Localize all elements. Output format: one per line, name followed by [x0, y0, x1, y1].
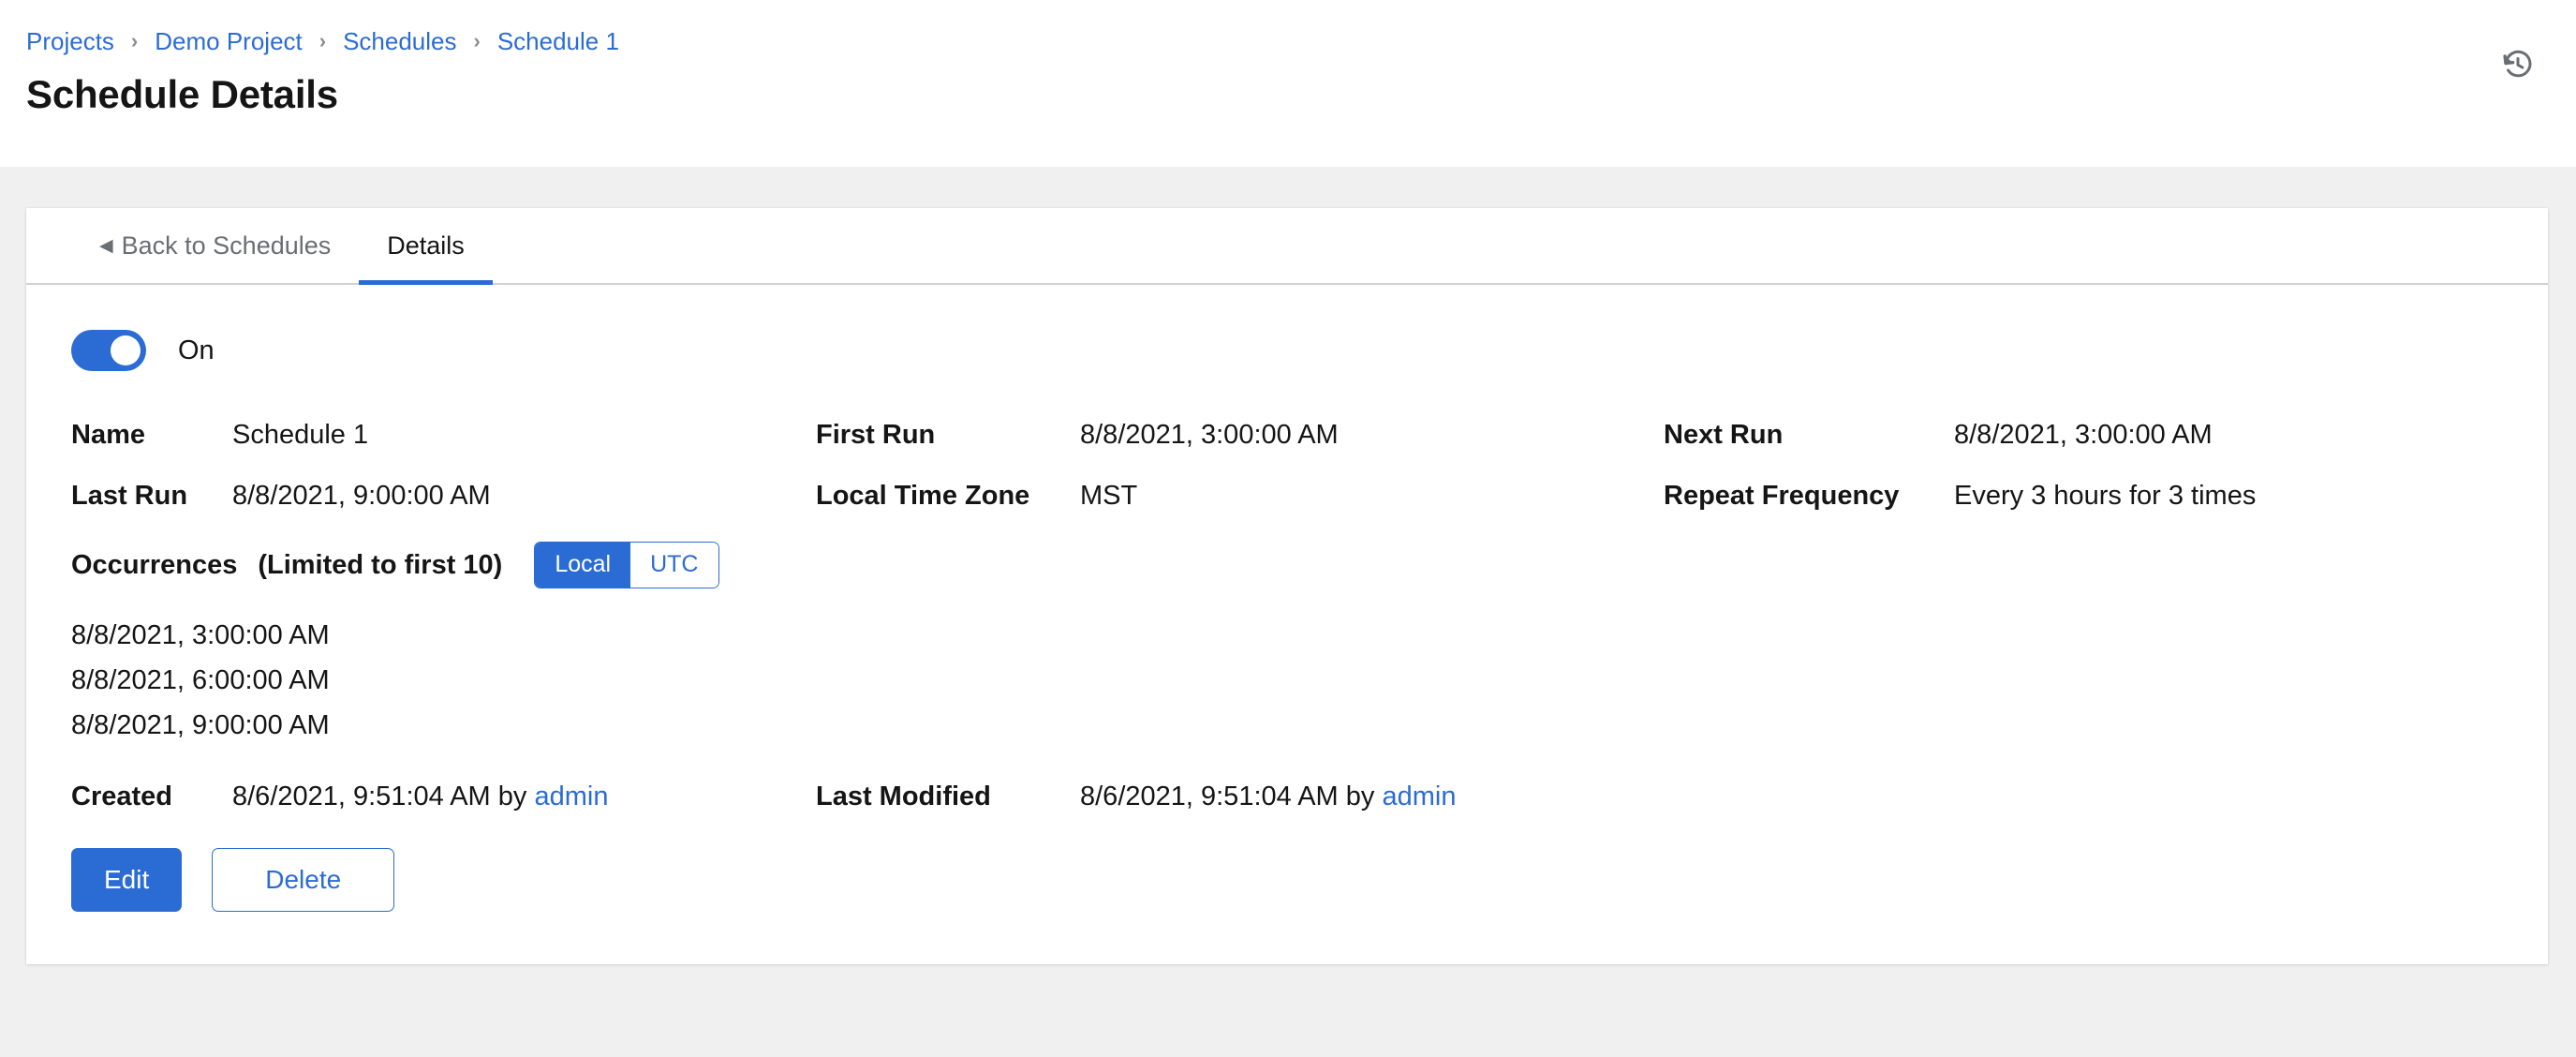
occurrences-header: Occurrences (Limited to first 10) Local …: [71, 542, 2503, 588]
field-last-modified-label: Last Modified: [816, 782, 1080, 812]
field-local-time-zone: Local Time Zone MST: [816, 481, 1664, 512]
details-grid: Name Schedule 1 First Run 8/8/2021, 3:00…: [26, 420, 2548, 912]
field-last-modified-user-link[interactable]: admin: [1382, 782, 1456, 811]
breadcrumb-item-projects[interactable]: Projects: [26, 27, 114, 55]
page-header: Projects › Demo Project › Schedules › Sc…: [0, 0, 2576, 167]
field-repeat-frequency: Repeat Frequency Every 3 hours for 3 tim…: [1664, 481, 2507, 512]
caret-left-icon: ◀: [99, 237, 113, 255]
toggle-state-label: On: [178, 335, 215, 366]
tab-back-to-schedules[interactable]: ◀ Back to Schedules: [71, 208, 359, 283]
page-title: Schedule Details: [26, 71, 2539, 118]
breadcrumb-separator-icon: ›: [131, 27, 138, 55]
edit-button[interactable]: Edit: [71, 848, 182, 912]
tab-details[interactable]: Details: [359, 208, 493, 283]
field-repeat-frequency-value: Every 3 hours for 3 times: [1954, 481, 2256, 512]
breadcrumb-separator-icon: ›: [474, 27, 481, 55]
field-created-label: Created: [71, 782, 232, 812]
enable-toggle-row: On: [26, 285, 2548, 371]
breadcrumb-item-schedules[interactable]: Schedules: [343, 27, 456, 55]
field-local-time-zone-value: MST: [1080, 481, 1137, 512]
timezone-segmented-control: Local UTC: [534, 542, 718, 588]
tab-back-to-schedules-label: Back to Schedules: [122, 231, 332, 261]
tab-bar: ◀ Back to Schedules Details: [26, 208, 2548, 285]
breadcrumb-separator-icon: ›: [319, 27, 326, 55]
field-first-run-value: 8/8/2021, 3:00:00 AM: [1080, 420, 1339, 451]
field-next-run-value: 8/8/2021, 3:00:00 AM: [1954, 420, 2213, 451]
field-name-label: Name: [71, 420, 232, 451]
history-icon: [2502, 49, 2534, 83]
field-next-run: Next Run 8/8/2021, 3:00:00 AM: [1664, 420, 2507, 451]
occurrences-limit-note: (Limited to first 10): [258, 550, 502, 581]
toggle-knob: [111, 335, 141, 365]
details-row-2: Last Run 8/8/2021, 9:00:00 AM Local Time…: [71, 481, 2503, 512]
breadcrumb-item-demo-project[interactable]: Demo Project: [155, 27, 303, 55]
tab-details-label: Details: [387, 231, 465, 261]
history-icon-button[interactable]: [2497, 45, 2539, 86]
field-first-run: First Run 8/8/2021, 3:00:00 AM: [816, 420, 1664, 451]
occurrences-label: Occurrences: [71, 550, 237, 581]
timezone-option-local[interactable]: Local: [535, 543, 630, 588]
field-last-run-value: 8/8/2021, 9:00:00 AM: [232, 481, 491, 512]
field-name: Name Schedule 1: [71, 420, 816, 451]
field-created-value: 8/6/2021, 9:51:04 AM by admin: [232, 782, 608, 812]
list-item: 8/8/2021, 3:00:00 AM: [71, 613, 2503, 658]
details-row-1: Name Schedule 1 First Run 8/8/2021, 3:00…: [71, 420, 2503, 451]
field-repeat-frequency-label: Repeat Frequency: [1664, 481, 1954, 512]
field-name-value: Schedule 1: [232, 420, 368, 451]
field-last-modified: Last Modified 8/6/2021, 9:51:04 AM by ad…: [816, 782, 1664, 812]
field-created: Created 8/6/2021, 9:51:04 AM by admin: [71, 782, 816, 812]
field-local-time-zone-label: Local Time Zone: [816, 481, 1080, 512]
breadcrumb-item-schedule-1[interactable]: Schedule 1: [497, 27, 619, 55]
field-first-run-label: First Run: [816, 420, 1080, 451]
field-last-modified-value: 8/6/2021, 9:51:04 AM by admin: [1080, 782, 1456, 812]
field-last-run-label: Last Run: [71, 481, 232, 512]
field-created-timestamp: 8/6/2021, 9:51:04 AM by: [232, 782, 534, 811]
list-item: 8/8/2021, 6:00:00 AM: [71, 658, 2503, 703]
list-item: 8/8/2021, 9:00:00 AM: [71, 703, 2503, 748]
field-created-user-link[interactable]: admin: [534, 782, 608, 811]
timezone-option-utc[interactable]: UTC: [630, 543, 718, 588]
field-next-run-label: Next Run: [1664, 420, 1954, 451]
schedule-details-card: ◀ Back to Schedules Details On Name Sche…: [26, 208, 2548, 964]
field-last-modified-timestamp: 8/6/2021, 9:51:04 AM by: [1080, 782, 1382, 811]
breadcrumb: Projects › Demo Project › Schedules › Sc…: [26, 26, 2539, 56]
occurrences-list: 8/8/2021, 3:00:00 AM 8/8/2021, 6:00:00 A…: [71, 613, 2503, 748]
field-last-run: Last Run 8/8/2021, 9:00:00 AM: [71, 481, 816, 512]
action-button-group: Edit Delete: [71, 848, 2503, 912]
delete-button[interactable]: Delete: [212, 848, 394, 912]
details-row-3: Created 8/6/2021, 9:51:04 AM by admin La…: [71, 782, 2503, 812]
schedule-enabled-toggle[interactable]: [71, 330, 146, 371]
